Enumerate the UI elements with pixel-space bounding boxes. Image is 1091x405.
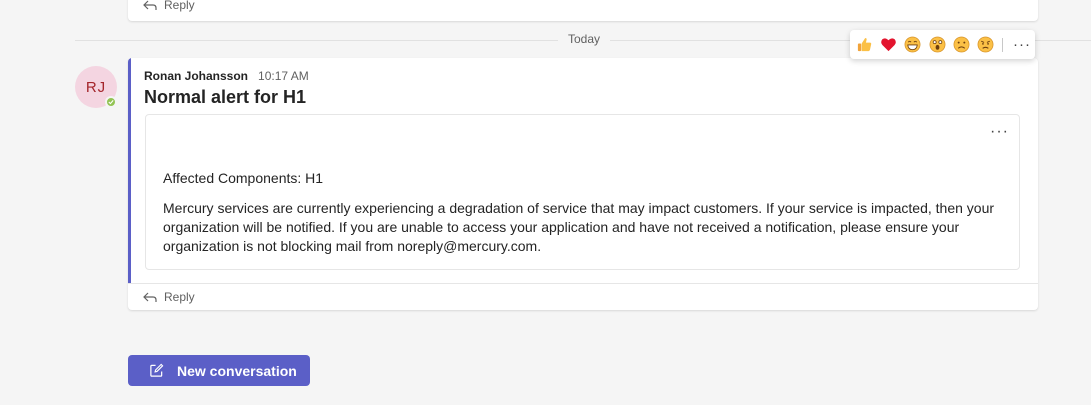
thumbs-up-icon [857,38,872,52]
reaction-heart-button[interactable] [878,34,899,56]
card-more-options-button[interactable]: ··· [990,123,1009,141]
reaction-laugh-button[interactable] [902,34,923,56]
reply-arrow-icon [143,292,157,302]
alert-body-text: Mercury services are currently experienc… [163,200,995,254]
message-footer: Reply [128,283,1038,310]
reaction-surprised-button[interactable] [927,34,948,56]
reactions-separator [1002,37,1003,52]
reply-label: Reply [164,0,195,12]
message-card: Ronan Johansson 10:17 AM Normal alert fo… [128,58,1038,310]
date-divider-label: Today [558,32,611,46]
reactions-toolbar: ··· [850,30,1035,59]
reaction-sad-button[interactable] [951,34,972,56]
compose-icon [150,363,164,377]
avatar-initials: RJ [85,78,107,96]
message-header: Ronan Johansson 10:17 AM [144,69,309,83]
message-title: Normal alert for H1 [144,87,307,107]
presence-available-icon [105,96,117,108]
previous-post-card: Reply [128,0,1038,21]
sad-face-icon [953,36,970,53]
heart-icon [881,38,897,52]
laughing-face-icon [904,36,921,53]
message-accent-bar [128,58,131,283]
adaptive-card: ··· Affected Components: H1 Mercury serv… [145,114,1020,270]
reply-arrow-icon [143,0,157,10]
reaction-like-button[interactable] [854,34,875,56]
message-timestamp: 10:17 AM [258,69,309,83]
angry-face-icon [977,36,994,53]
author-name[interactable]: Ronan Johansson [144,69,248,83]
reply-button[interactable]: Reply [142,290,195,304]
affected-components-text: Affected Components: H1 [163,170,324,186]
reaction-angry-button[interactable] [975,34,996,56]
surprised-face-icon [929,36,946,53]
new-conversation-button[interactable]: New conversation [128,355,310,386]
more-options-button[interactable]: ··· [1009,36,1035,53]
previous-reply-button[interactable]: Reply [142,0,195,12]
new-conversation-label: New conversation [177,362,297,379]
reply-label: Reply [164,290,195,304]
